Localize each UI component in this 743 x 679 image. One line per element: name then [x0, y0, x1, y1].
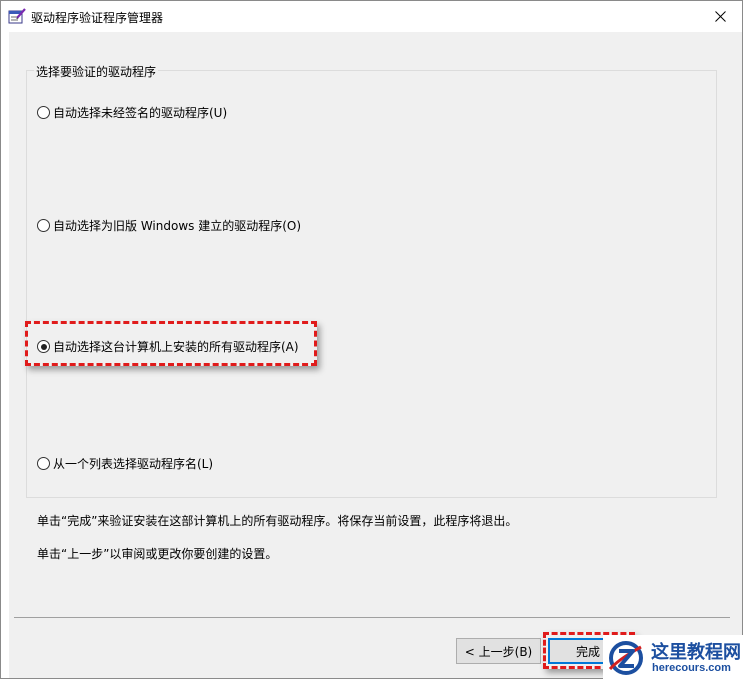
watermark-title: 这里教程网 — [651, 642, 741, 663]
watermark-url: herecours.com — [652, 662, 731, 674]
verifier-checklist-icon — [8, 8, 26, 24]
left-edge-strip — [1, 32, 9, 678]
highlight-box-all-drivers — [25, 321, 317, 366]
radio-button[interactable] — [37, 219, 50, 232]
driver-selection-group — [26, 70, 717, 498]
close-button[interactable] — [698, 1, 742, 32]
radio-select-from-list[interactable]: 从一个列表选择驱动程序名(L) — [37, 455, 213, 472]
back-button[interactable]: < 上一步(B) — [456, 638, 541, 664]
radio-button[interactable] — [37, 457, 50, 470]
footer-separator — [14, 617, 730, 618]
group-legend: 选择要验证的驱动程序 — [34, 63, 159, 80]
watermark: 这里教程网 herecours.com — [603, 635, 743, 679]
radio-label: 自动选择未经签名的驱动程序(U) — [53, 106, 228, 120]
finish-instruction-text: 单击“完成”来验证安装在这部计算机上的所有驱动程序。将保存当前设置，此程序将退出… — [37, 514, 518, 528]
close-icon — [714, 11, 726, 22]
radio-label: 自动选择为旧版 Windows 建立的驱动程序(O) — [53, 219, 302, 233]
radio-legacy-drivers[interactable]: 自动选择为旧版 Windows 建立的驱动程序(O) — [37, 217, 301, 234]
radio-button[interactable] — [37, 106, 50, 119]
radio-label: 从一个列表选择驱动程序名(L) — [53, 457, 214, 471]
window-title: 驱动程序验证程序管理器 — [31, 11, 164, 25]
back-instruction-text: 单击“上一步”以审阅或更改你要创建的设置。 — [37, 547, 278, 561]
watermark-logo-icon — [608, 641, 643, 675]
radio-unsigned-drivers[interactable]: 自动选择未经签名的驱动程序(U) — [37, 104, 227, 121]
title-bar[interactable]: 驱动程序验证程序管理器 — [1, 1, 742, 32]
driver-verifier-window: 驱动程序验证程序管理器 选择要验证的驱动程序 自动选择未经签名的驱动程序(U) … — [0, 0, 743, 679]
